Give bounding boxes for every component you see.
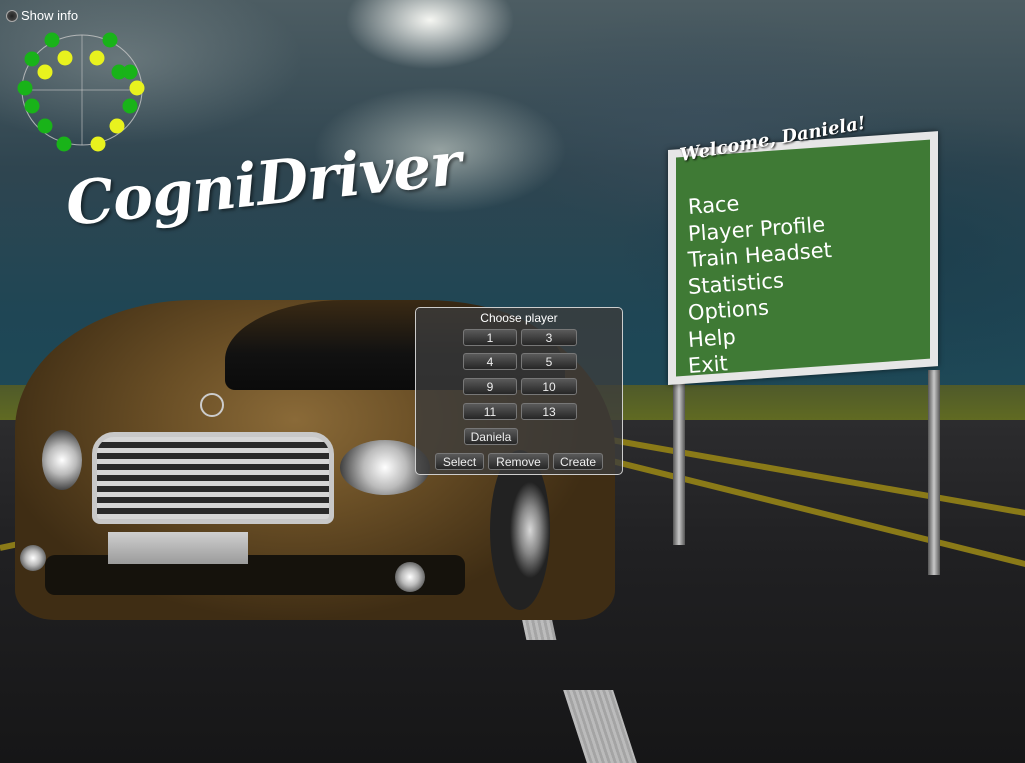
player-button-daniela[interactable]: Daniela (464, 428, 518, 445)
car-headlight (42, 430, 82, 490)
choose-player-dialog: Choose player 1 3 4 5 9 10 11 13 Daniela… (415, 307, 623, 475)
player-button-10[interactable]: 10 (521, 378, 577, 395)
sensor-dot (56, 136, 72, 152)
headset-sensor-map (17, 32, 145, 152)
main-menu: Race Player Profile Train Headset Statis… (687, 191, 928, 380)
sensor-dot (122, 98, 138, 114)
sensor-dot (122, 64, 138, 80)
dialog-title: Choose player (480, 311, 558, 325)
sensor-dot (24, 98, 40, 114)
sign-pole (928, 370, 940, 575)
car-foglight (395, 562, 425, 592)
select-button[interactable]: Select (435, 453, 484, 470)
player-button-11[interactable]: 11 (463, 403, 517, 420)
sensor-dot (24, 51, 40, 67)
player-button-4[interactable]: 4 (463, 353, 517, 370)
sensor-dot (102, 32, 118, 48)
show-info-toggle[interactable]: Show info (6, 8, 78, 23)
sensor-dot (129, 80, 145, 96)
player-button-9[interactable]: 9 (463, 378, 517, 395)
create-button[interactable]: Create (553, 453, 603, 470)
sensor-dot (17, 80, 33, 96)
sensor-dot (109, 118, 125, 134)
sensor-dot (44, 32, 60, 48)
player-button-1[interactable]: 1 (463, 329, 517, 346)
sensor-dot (37, 64, 53, 80)
show-info-label: Show info (21, 8, 79, 23)
remove-button[interactable]: Remove (488, 453, 549, 470)
car-grille (92, 432, 334, 524)
sensor-dot (89, 50, 105, 66)
sign-pole (673, 370, 685, 545)
radio-icon[interactable] (6, 9, 18, 22)
player-button-13[interactable]: 13 (521, 403, 577, 420)
sensor-dot (37, 118, 53, 134)
sensor-dot (90, 136, 106, 152)
license-plate (108, 532, 248, 564)
player-button-3[interactable]: 3 (521, 329, 577, 346)
player-button-5[interactable]: 5 (521, 353, 577, 370)
car-foglight (20, 545, 46, 571)
sensor-dot (57, 50, 73, 66)
car-emblem-icon (200, 393, 224, 417)
